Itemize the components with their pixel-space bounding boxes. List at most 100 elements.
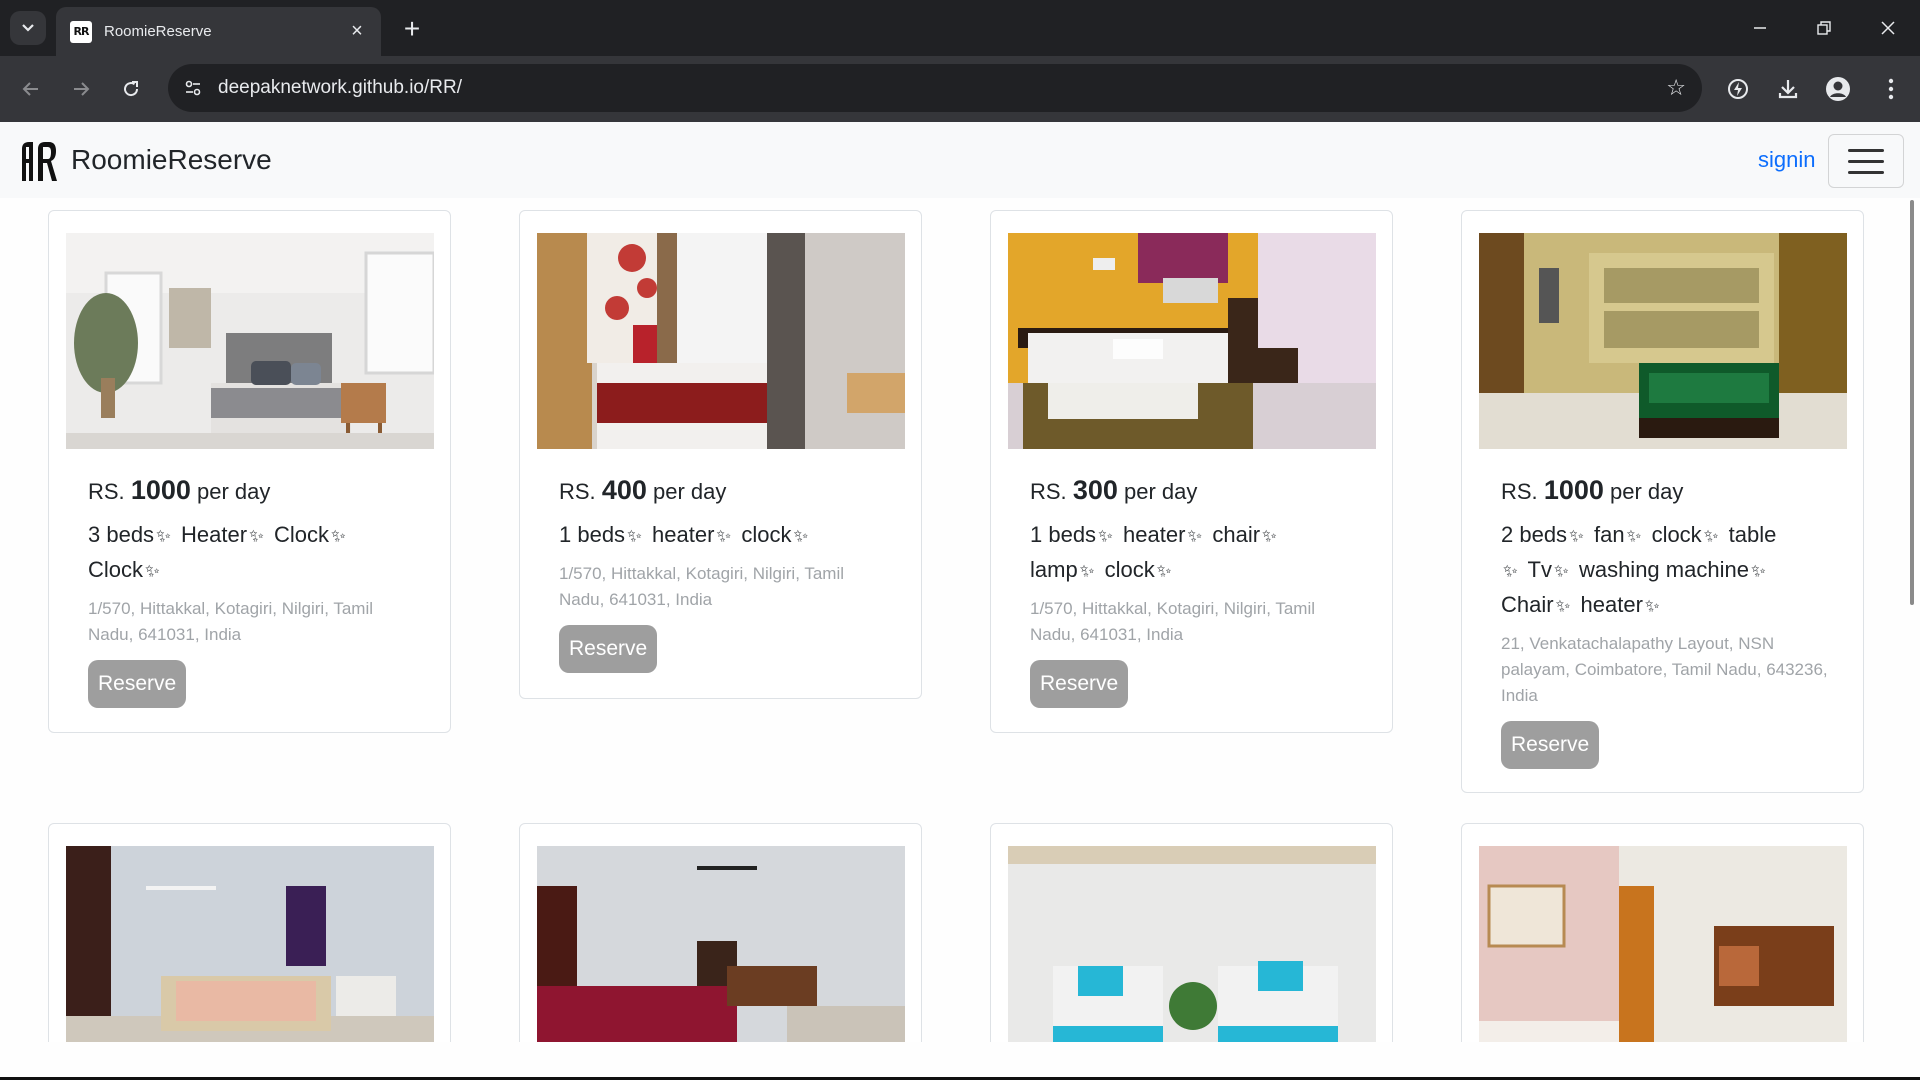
site-navbar: RoomieReserve signin	[0, 122, 1920, 198]
back-button[interactable]	[14, 72, 48, 106]
card-body: RS. 300 per day 1 beds ✨︎ heater ✨︎ chair ✨…	[1030, 475, 1360, 708]
card-body: RS. 400 per day 1 beds ✨︎ heater ✨︎ clock ✨…	[559, 475, 889, 673]
close-window-button[interactable]	[1856, 0, 1920, 56]
sparkle-icon: ✨︎	[1079, 561, 1095, 581]
room-photo	[1479, 233, 1847, 449]
menu-kebab-icon[interactable]	[1874, 72, 1908, 106]
brand-name[interactable]: RoomieReserve	[71, 144, 272, 176]
sparkle-icon: ✨︎	[1503, 561, 1518, 581]
minimize-button[interactable]	[1728, 0, 1792, 56]
restore-button[interactable]	[1792, 0, 1856, 56]
feature-item: lamp	[1030, 557, 1078, 582]
currency-label: RS.	[1501, 479, 1538, 504]
currency-label: RS.	[88, 479, 125, 504]
sparkle-icon: ✨︎	[716, 526, 732, 546]
currency-label: RS.	[559, 479, 596, 504]
sparkle-icon: ✨︎	[1703, 526, 1719, 546]
sparkle-icon: ✨︎	[249, 526, 264, 546]
sparkle-icon: ✨︎	[1626, 526, 1642, 546]
feature-item: chair	[1212, 522, 1261, 547]
price-value: 400	[601, 475, 647, 505]
price-value: 1000	[1543, 475, 1604, 505]
card-body: RS. 1000 per day 3 beds ✨︎ Heater ✨︎ Clock…	[88, 475, 418, 708]
listing-card: RS. 300 per day 1 beds ✨︎ heater ✨︎ chair ✨…	[990, 210, 1393, 733]
feature-item: washing machine	[1578, 557, 1749, 582]
feature-item: 3 beds	[88, 522, 155, 547]
listing-card: RS. 1000 per day 3 beds ✨︎ Heater ✨︎ Clock…	[48, 210, 451, 733]
chevron-down-icon	[22, 24, 34, 32]
tab-close-icon[interactable]: ×	[347, 20, 367, 43]
address-text: 1/570, Hittakkal, Kotagiri, Nilgiri, Tam…	[88, 599, 374, 644]
feature-item: Chair	[1501, 592, 1554, 617]
feature-item: Clock	[274, 522, 330, 547]
feature-item: Heater	[181, 522, 248, 547]
sparkle-icon: ✨︎	[793, 526, 809, 546]
features-list: 3 beds ✨︎ Heater ✨︎ Clock ✨︎ Clock ✨︎	[88, 518, 418, 588]
reserve-button[interactable]: Reserve	[88, 660, 187, 708]
room-photo	[1479, 846, 1847, 1042]
sparkle-icon: ✨︎	[1156, 561, 1172, 581]
price-line: RS. 300 per day	[1030, 475, 1360, 506]
price-line: RS. 1000 per day	[88, 475, 418, 506]
bookmark-star-icon[interactable]: ☆	[1666, 75, 1686, 101]
reserve-button[interactable]: Reserve	[1030, 660, 1129, 708]
sparkle-icon: ✨︎	[1554, 561, 1569, 581]
new-tab-button[interactable]: +	[395, 12, 429, 46]
room-photo	[537, 846, 905, 1042]
roomiereserve-logo-icon[interactable]	[20, 141, 58, 181]
tab-title: RoomieReserve	[104, 23, 212, 40]
sparkle-icon: ✨︎	[1569, 526, 1584, 546]
restore-icon	[1817, 21, 1831, 35]
hamburger-icon-bar	[1848, 159, 1884, 163]
tab-list-button[interactable]	[10, 11, 46, 45]
forward-button[interactable]	[64, 72, 98, 106]
listing-card: RS. 400 per day 1 beds ✨︎ heater ✨︎ clock ✨…	[519, 210, 922, 699]
browser-toolbar: deepaknetwork.github.io/RR/ ☆	[0, 56, 1920, 122]
address-text: 1/570, Hittakkal, Kotagiri, Nilgiri, Tam…	[1030, 599, 1316, 644]
listing-card	[1461, 823, 1864, 1042]
sparkle-icon: ✨︎	[1187, 526, 1203, 546]
sparkle-icon: ✨︎	[1644, 596, 1660, 616]
sparkle-icon: ✨︎	[627, 526, 642, 546]
room-photo	[537, 233, 905, 449]
url-text[interactable]: deepaknetwork.github.io/RR/	[218, 77, 1666, 99]
room-photo	[66, 846, 434, 1042]
page-viewport: RoomieReserve signin RS. 1000 per day 3 …	[0, 122, 1920, 1042]
reserve-button[interactable]: Reserve	[559, 625, 658, 673]
profile-icon[interactable]	[1821, 72, 1855, 106]
listing-card	[48, 823, 451, 1042]
page-scrollbar[interactable]	[1910, 200, 1914, 605]
sparkle-icon: ✨︎	[1098, 526, 1113, 546]
sparkle-icon: ✨︎	[331, 526, 346, 546]
browser-tab-bar: RR RoomieReserve × +	[0, 0, 1920, 56]
signin-link[interactable]: signin	[1758, 147, 1815, 173]
download-icon[interactable]	[1771, 72, 1805, 106]
sparkle-icon: ✨︎	[145, 561, 160, 581]
feature-item: fan	[1594, 522, 1625, 547]
window-controls	[1728, 0, 1920, 56]
performance-icon[interactable]	[1721, 72, 1755, 106]
arrow-right-icon	[74, 82, 90, 96]
feature-item: heater	[1580, 592, 1643, 617]
close-icon	[1881, 21, 1895, 35]
sparkle-icon: ✨︎	[1555, 596, 1571, 616]
site-info-icon[interactable]	[178, 73, 208, 103]
price-value: 300	[1072, 475, 1118, 505]
reload-button[interactable]	[114, 72, 148, 106]
arrow-left-icon	[22, 82, 38, 96]
feature-item: table	[1728, 522, 1777, 547]
browser-tab[interactable]: RR RoomieReserve ×	[56, 7, 381, 56]
feature-item: clock	[1104, 557, 1155, 582]
sparkle-icon: ✨︎	[1262, 526, 1277, 546]
feature-item: clock	[741, 522, 792, 547]
feature-item: heater	[1123, 522, 1186, 547]
address-bar[interactable]: deepaknetwork.github.io/RR/ ☆	[168, 64, 1702, 112]
sparkle-icon: ✨︎	[1750, 561, 1766, 581]
currency-label: RS.	[1030, 479, 1067, 504]
minimize-icon	[1754, 27, 1766, 29]
listing-card	[519, 823, 922, 1042]
navbar-toggle-button[interactable]	[1828, 134, 1904, 188]
reserve-button[interactable]: Reserve	[1501, 721, 1600, 769]
feature-item: clock	[1651, 522, 1702, 547]
listing-card: RS. 1000 per day 2 beds ✨︎ fan ✨︎ clock ✨︎ …	[1461, 210, 1864, 793]
